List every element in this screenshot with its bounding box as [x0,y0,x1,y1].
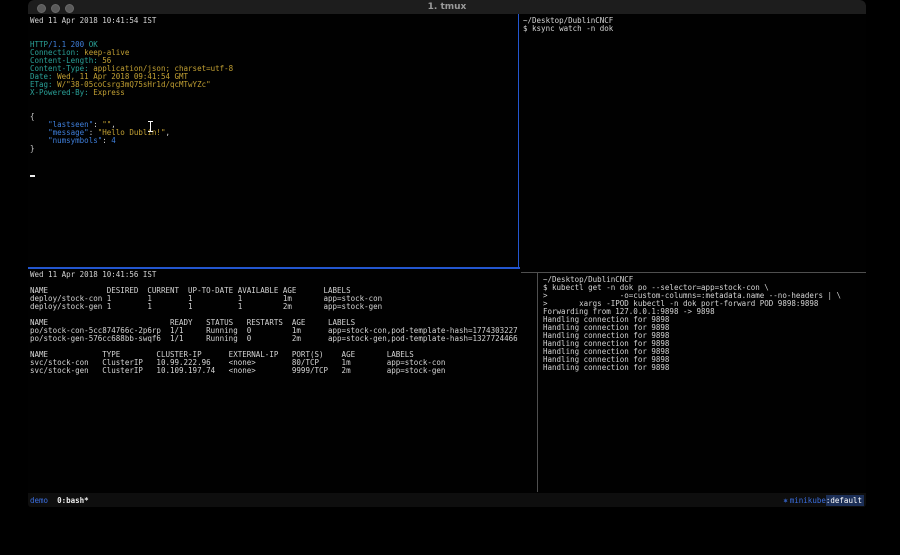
terminal-line: svc/stock-gen ClusterIP 10.109.197.74 <n… [30,367,535,375]
terminal-line: $ ksync watch -n dok [523,25,864,33]
tmux-status-bar: demo 0:bash* ⎈ minikube :default [28,493,866,507]
terminal-line: Wed 11 Apr 2018 10:41:56 IST [30,271,535,279]
terminal-line [30,169,516,177]
text-segment: 4 [111,136,116,145]
close-button[interactable] [37,4,46,13]
zoom-button[interactable] [65,4,74,13]
terminal-line: X-Powered-By: Express [30,89,516,97]
kube-context-indicator: ⎈ minikube :default [783,495,864,506]
terminal-line: Wed 11 Apr 2018 10:41:54 IST [30,17,516,25]
terminal-line [30,153,516,161]
traffic-lights [37,4,74,13]
text-segment: , [165,128,170,137]
text-segment: svc/stock-gen ClusterIP 10.109.197.74 <n… [30,366,445,375]
text-segment: $ ksync watch -n dok [523,24,613,33]
pane-border-vertical [537,273,538,492]
tmux-workspace: Wed 11 Apr 2018 10:41:54 IST HTTP/1.1 20… [28,14,866,493]
pane-port-forward[interactable]: ~/Desktop/DublinCNCF$ kubectl get -n dok… [543,276,864,489]
text-segment: Express [89,88,125,97]
terminal-line [30,25,516,33]
pane-border-vertical-active [518,14,519,268]
kube-namespace: :default [826,495,864,506]
pane-kubectl-get[interactable]: Wed 11 Apr 2018 10:41:56 IST NAME DESIRE… [30,271,535,489]
terminal-line: "numsymbols": 4 [30,137,516,145]
terminal-line: po/stock-gen-576cc688bb-swqf6 1/1 Runnin… [30,335,535,343]
terminal-line [30,105,516,113]
text-segment: po/stock-gen-576cc688bb-swqf6 1/1 Runnin… [30,334,518,343]
terminal-line: deploy/stock-gen 1 1 1 1 2m app=stock-ge… [30,303,535,311]
minimize-button[interactable] [51,4,60,13]
window-titlebar[interactable]: 1. tmux [28,0,866,14]
kube-context: minikube [790,496,826,505]
window-title: 1. tmux [28,0,866,14]
tmux-session-name: demo [30,496,48,505]
helm-wheel-icon: ⎈ [783,496,788,505]
text-segment: Wed 11 Apr 2018 10:41:54 IST [30,17,156,25]
pane-http-response[interactable]: Wed 11 Apr 2018 10:41:54 IST HTTP/1.1 20… [30,17,516,265]
text-segment: "numsymbols" [48,136,102,145]
terminal-line [30,97,516,105]
tmux-window-tab[interactable]: 0:bash* [57,496,89,505]
terminal-line: } [30,145,516,153]
pane-ksync[interactable]: ~/Desktop/DublinCNCF$ ksync watch -n dok [523,17,864,265]
terminal-line [30,33,516,41]
text-segment: deploy/stock-gen 1 1 1 1 2m app=stock-ge… [30,302,382,311]
terminal-line: Handling connection for 9898 [543,364,864,372]
mouse-ibeam-cursor [147,121,154,132]
text-segment: Wed 11 Apr 2018 10:41:56 IST [30,271,156,279]
text-segment: X-Powered-By: [30,88,89,97]
terminal-window: 1. tmux Wed 11 Apr 2018 10:41:54 IST HTT… [28,0,866,507]
text-segment: : [102,136,111,145]
terminal-line [30,161,516,169]
pane-border-horizontal [521,272,866,273]
pane-border-horizontal-active [28,267,520,269]
text-segment: Handling connection for 9898 [543,363,669,372]
block-cursor [30,169,35,177]
